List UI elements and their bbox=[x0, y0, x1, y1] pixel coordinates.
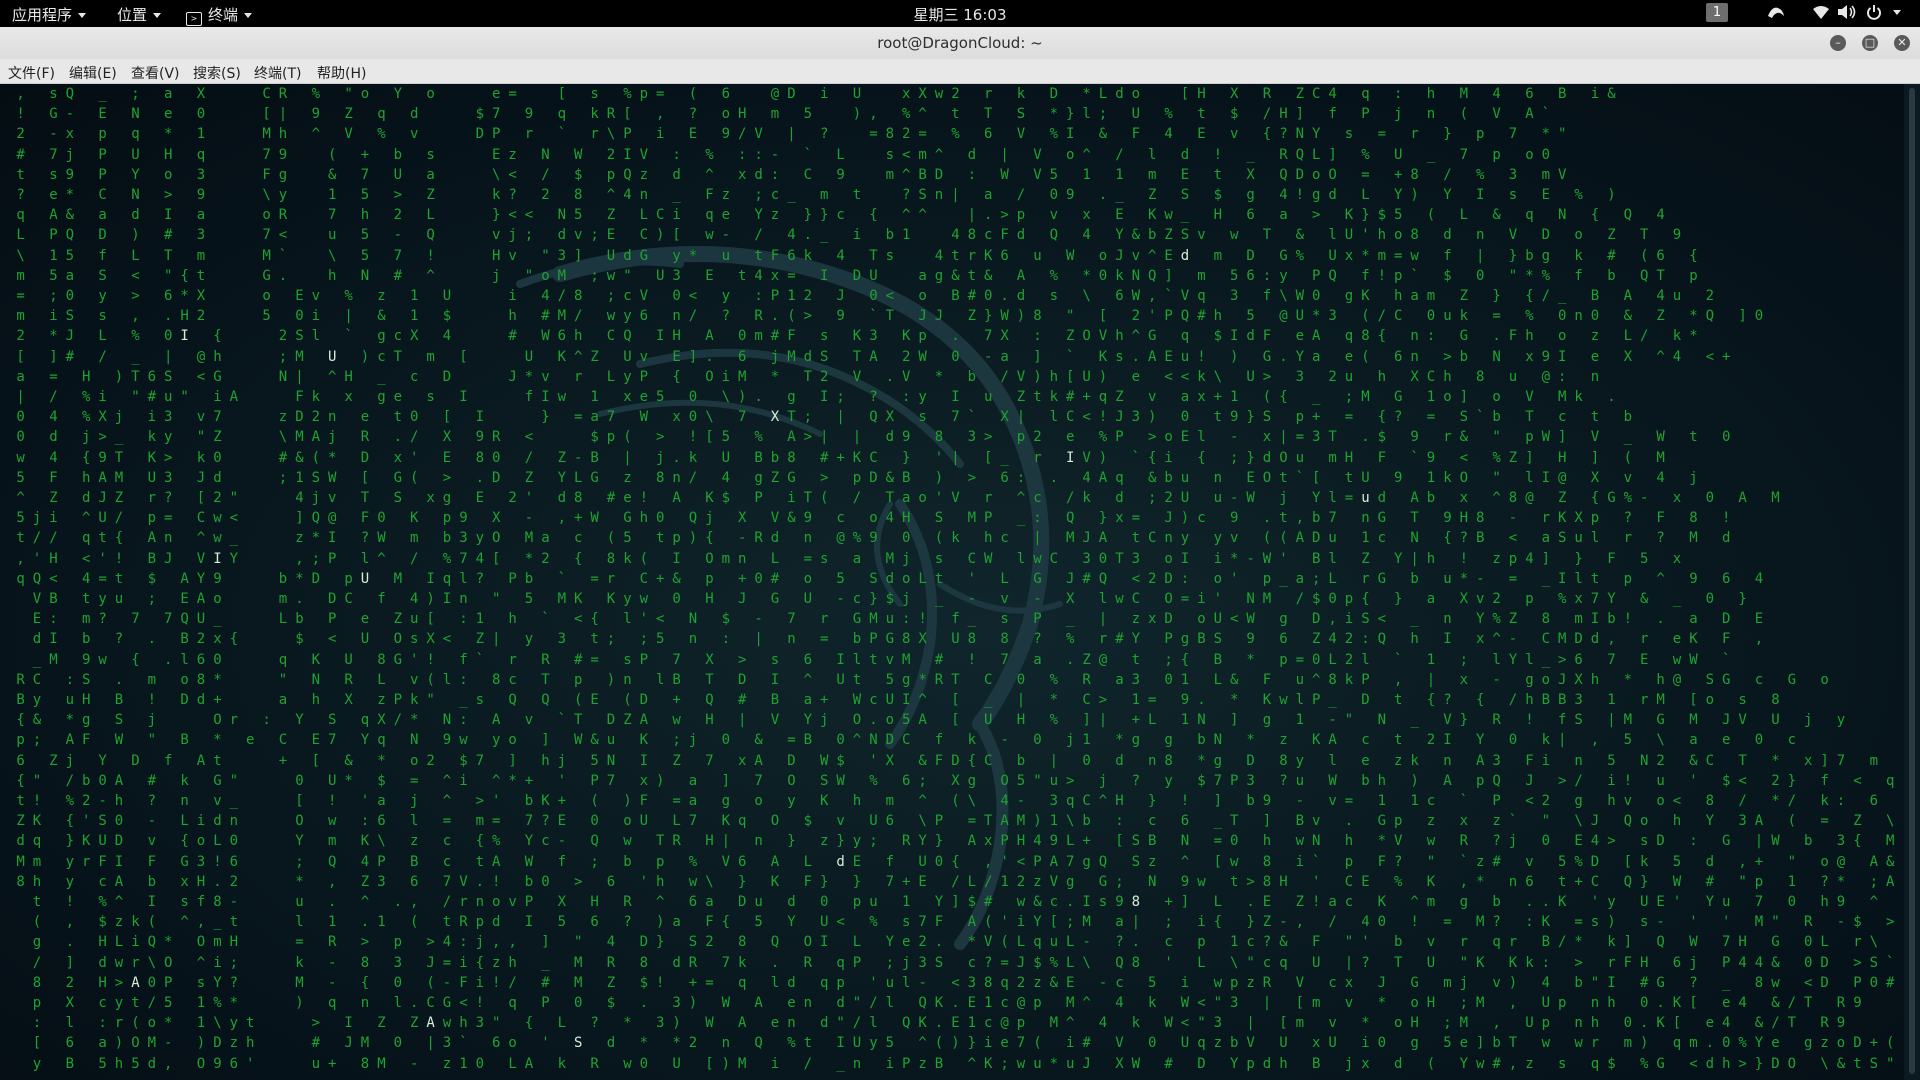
rain-line: 2 * J L% 0 I{2 Sl ` g c X 4 # W 6 h C Q I H A 0 m # Fs K 3 Kp. 7 X: Z O… bbox=[16, 328, 1698, 345]
menubar: 文件(F) 编辑(E) 查看(V) 搜索(S) 终端(T) 帮助(H) bbox=[0, 59, 1920, 84]
menu-view[interactable]: 查看(V) bbox=[131, 63, 180, 83]
window-titlebar[interactable]: root@DragonCloud: ~ – □ ✕ bbox=[0, 27, 1920, 60]
menu-help[interactable]: 帮助(H) bbox=[317, 63, 366, 83]
rain-line: Z K{' S 0- Li d n Ow:6 l = m = 7? E 0 o U L 7 Kq O $ v U 6 \ P = T A M… bbox=[16, 813, 1895, 830]
rain-line: , s Q _; a X C R% " o Yo e =[s% p =(6 @ Di Ux Xw 2 r k D * Ld o[H… bbox=[16, 86, 1616, 102]
rain-line: =; 0 y >6 * Xo Ev% z 1 Ui 4/8; c V 0 < y: P 1 2 J 0 < o B #0. d s \… bbox=[16, 288, 1715, 304]
workspace-indicator[interactable]: 1 bbox=[1706, 3, 1728, 22]
maximize-button[interactable]: □ bbox=[1862, 35, 1878, 51]
rain-line: [6 a) O M -) Dz h # J M 0 | 3 ` 6 o ' Sd * * 2 n Q% t I Uy 5 ^()} i e… bbox=[32, 1035, 1895, 1052]
rain-line: 5 Fh A M U 3 Jd; 1 S W[G(>. D Z Y L Gz 8 n/4 g Z G > p D & B) >6:… bbox=[16, 469, 1698, 486]
power-icon[interactable] bbox=[1866, 4, 1882, 24]
chevron-down-icon[interactable] bbox=[1893, 10, 1901, 15]
rain-line: V Bt y u; E Ao m. D Cf 4) In " 5 M K Ky w 0 H J G U - c} $ j _ - v - X… bbox=[32, 591, 1747, 607]
rain-line: #7 j P U Hq 7 9(+ b s Ez N W 2 I V:%:: - ` Ls < m ^ d | Vo ^ / l d!… bbox=[16, 146, 1551, 163]
rain-line: t s 9 P Yo 3 Fg & 7 Ua \ < / $ p Qz d ^ x d: C 9 m ^ B D: W V 5 1 1 m Et… bbox=[16, 166, 1567, 183]
rain-line: 8 h y c Ab x H. 2 *, Z 3 6 7 V.! b 0 >6 ' h w \} K F}} 7 + E / L/1 2… bbox=[16, 873, 1895, 890]
wifi-icon[interactable] bbox=[1812, 4, 1830, 24]
clock[interactable]: 星期三 16:03 bbox=[0, 4, 1920, 25]
rain-line: {& * g Sj Or: Y Sq X / * N: Av ` T D Z Aw H | V Yj O. o 5 A[U H%]… bbox=[16, 712, 1846, 729]
rain-line: q A & a d Ia o R 7 h 2 L} < < N 5 Z L Ci q e Yz}} c{^ ^ |. > p v x E K… bbox=[16, 207, 1665, 224]
rain-line: m i Ss,. H 2 5 0 i | & 1 $ h # M / w y 6 n /? R.(>9 ` T J J Z} W) 8 "… bbox=[16, 308, 1764, 325]
rain-line: By u H B! Dd + a h Xz Pk " _ s Q Q(E(D + Q # Ba + Wc U I ^[_ | * C… bbox=[16, 692, 1780, 708]
rain-line: R C: S. m o 8 * " N R Lv(l:8 c Tp) n l B T D I ^ Ut 5 g * R T C 0% R… bbox=[16, 671, 1829, 688]
rain-line: y B 5 h 5 d, O 9 6 ' u +8 M - z 1 0 L Ak Rw 0 U[) Mi / _ n i Pz B ^ K;… bbox=[32, 1055, 1895, 1072]
rain-line: , ' H < '! B J V I Y,; Pl ^ /% 7 4[* 2{8 k(I Om n L = s a Mj s C W… bbox=[16, 550, 1682, 567]
volume-icon[interactable] bbox=[1837, 4, 1857, 24]
rain-line: w 4{9 T K > k 0 # &(* Dx ' E 8 0/Z - B | j. k U Bb 8 # + K C} ' |[_… bbox=[16, 449, 1665, 466]
rain-line: {" / b 0 A # k G " 0 U * $ = ^ i ^ * + ' P 7 x) a] 7 O S W% 6; Xg O 5 " u… bbox=[16, 772, 1895, 789]
menu-search[interactable]: 搜索(S) bbox=[193, 63, 241, 83]
rain-line: \ 1 5 f L Tm M ` \ 5 7! Hv " 3] Ud Gy * u t F 6 k 4 Ts 4 t r K 6 u Wo J… bbox=[16, 247, 1698, 264]
rain-line: Mm y r F I F G 3! 6; Q 4 P Bc t A Wf; b p% V 6 A Ld Ef U 0{, ' < P A… bbox=[16, 853, 1895, 870]
window-title: root@DragonCloud: ~ bbox=[877, 34, 1043, 52]
close-icon: ✕ bbox=[1897, 36, 1907, 49]
rain-line: [] # / _ | @ h; M U) c Tm[U K ^ Z Uv E]. 6 j Md S T A 2 W 0- a] ` K… bbox=[16, 348, 1731, 365]
rain-line: d q} K U Dv{o L 0 Ym K \ z c{% Yc - Qw T R H | n} z} y; R Y} Ax P… bbox=[16, 833, 1895, 850]
menu-file[interactable]: 文件(F) bbox=[8, 63, 55, 83]
terminal-output[interactable]: , s Q _; a X C R% " o Yo e =[s% p =(6 @ Di Ux Xw 2 r k D * Ld o[H… bbox=[0, 84, 1904, 1080]
rain-line: 5 j i ^ U / p = Cw <] Q @ F 0 Kp 9 X -, + W Gh 0 Qj X V & 9 c o 4 H S M P… bbox=[16, 510, 1731, 527]
rain-line: 0 d j > _ k y " Z \ M Aj R. / X 9 R < $ p(>![5% A > | | d 9 8 3 > p 2 e… bbox=[16, 429, 1731, 446]
rain-line: d Ib?. B 2 x{$ < U Os X < Z | y 3 t;; 5 n: | n = b P G 8 X U 8 8?% r… bbox=[32, 631, 1764, 648]
minimize-button[interactable]: – bbox=[1830, 35, 1846, 51]
rain-line: (, $ z k(^, _ t l 1. 1(t Rp d I 5 6?) a F{5 Y U <% s 7 F A(' i Y… bbox=[32, 914, 1895, 931]
maximize-icon: □ bbox=[1864, 36, 1876, 49]
menu-edit[interactable]: 编辑(E) bbox=[69, 63, 117, 83]
close-button[interactable]: ✕ bbox=[1894, 35, 1910, 51]
rain-line: : l: r(o * 1 \ y t > I Z Z Aw h 3 "{L? * 3) W Ae n d " / l Q K. E 1 c… bbox=[32, 1015, 1846, 1032]
rain-line: p Xc y t/5 1% *) q n l. C G <! q P 0 $. 3) W Ae n d " / l Q K. E 1 c… bbox=[32, 995, 1862, 1011]
rain-line: 8 2 H > A 0 Ps Y? M -{0(- Fi! / # M Z $! + = q l d q p ' u l - <3 8 q… bbox=[32, 974, 1895, 991]
menu-terminal[interactable]: 终端(T) bbox=[254, 63, 301, 83]
kali-dragon-icon[interactable] bbox=[1766, 4, 1786, 24]
terminal-scrollbar[interactable] bbox=[1904, 84, 1920, 1080]
rain-line: m 5 a S < "{t G. h N # ^ j " o M; w " U 3 Et 4 x = I D Ua g & t & A% * 0… bbox=[16, 267, 1698, 284]
rain-line: | /% i " # u " i A Fk x g e s If Iw 1 x e 5 0 \). g I;?: y Iu Zt k #… bbox=[16, 389, 1616, 405]
rain-line: ! G - E Ne 0[| 9 Zq d $7 9 q k R[,? o Hm 5),% ^ t T S *} l; U% t… bbox=[16, 106, 1551, 123]
rain-line: /] d w r \ O ^ i; k -8 3 J = i{z h _ M R 8 d R 7 k. Rq P; j 3 Sc? = J… bbox=[32, 954, 1895, 971]
rain-line: L P Q D) #3 7 < u 5- Qv j; d v; E C)[w -/4. _ i b 1 4 8 c Fd Q 4 Y… bbox=[16, 227, 1682, 244]
rain-line: q Q <4 = t $ A Y 9 b * Dp U M Iq l? Pb ` = r C + & p +0 # o 5 Sd o Lt '… bbox=[16, 570, 1764, 587]
rain-line: g. H Li Q * Om H = R > p >4: j,,] " 4 D} S 2 8 Q O I L Ye 2. * V(L… bbox=[32, 934, 1879, 951]
rain-line: p; A F W " B * e C E 7 Yq N 9 w y o] W & u K; j 0 & = B 0 ^ N D Cf k -0 j… bbox=[16, 732, 1797, 749]
rain-line: ^ Zd J Zr?[2 " 4 j v T Sx g E 2 ' d 8 # e! A K $ Pi T(/ Ta o ' Vr ^… bbox=[16, 490, 1780, 506]
rain-line: 2- x p q * 1 Mh ^ V% v D Pr ` r \ Pi E 9/V |? = 8 2 =% 6 V% I & F 4 E… bbox=[16, 126, 1567, 143]
rain-line: ? e * C N >9 \ y 1 5 > Zk? 2 8 ^ 4 n _ Fz; c _ m t? Sn | a/0 9. _ Z S… bbox=[16, 187, 1616, 203]
rain-line: E: m? 7 7 Q U _ Lb Pe Zu[:1 h ` <{l ' < N $ -7 r G Mu:! f _ s P _… bbox=[32, 611, 1764, 628]
rain-line: _ M 9 w{. l 6 0 q K U 8 G '! f ` r R # = s P 7 X > s 6 Il t v M #! 7 a. Z… bbox=[32, 651, 1731, 668]
rain-line: t!% 2- h? n v _[! ' a j ^ > ' b K +() F = a g o y Kh m ^(\ 4-3 q C… bbox=[16, 793, 1879, 809]
rain-line: 6 Zj Y Df At +[& * o 2 $7] h j 5 N I Z 7 x A D W $ ' X & F D{Cb | 0 d… bbox=[16, 752, 1879, 769]
top-panel: 应用程序 位置 > 终端 星期三 16:03 1 bbox=[0, 0, 1920, 27]
rain-line: 0 4% Xj i 3 v 7 z D 2 n e t 0[I} = a 7 Wx 0 \ 7 X T; | Q Xs 7 ` X | l C… bbox=[16, 409, 1633, 426]
scrollbar-thumb[interactable] bbox=[1909, 88, 1915, 1074]
minimize-icon: – bbox=[1835, 36, 1841, 49]
rain-line: a = H) T 6 S < G N | ^ H _ c D J * v r Ly P{Oi M * T 2 V. V * b / V) h[… bbox=[16, 368, 1600, 385]
rain-line: t!% ^ Is f 8- u. ^., / r n o v P X H R ^ 6 a Du d 0 p u 1 Y] $ # w & c… bbox=[32, 894, 1879, 910]
rain-line: t / / q t{An ^ w _ z * I? Wm b 3 y O Ma c(5 t p){- Rd n @% 9 0(k… bbox=[16, 530, 1731, 547]
